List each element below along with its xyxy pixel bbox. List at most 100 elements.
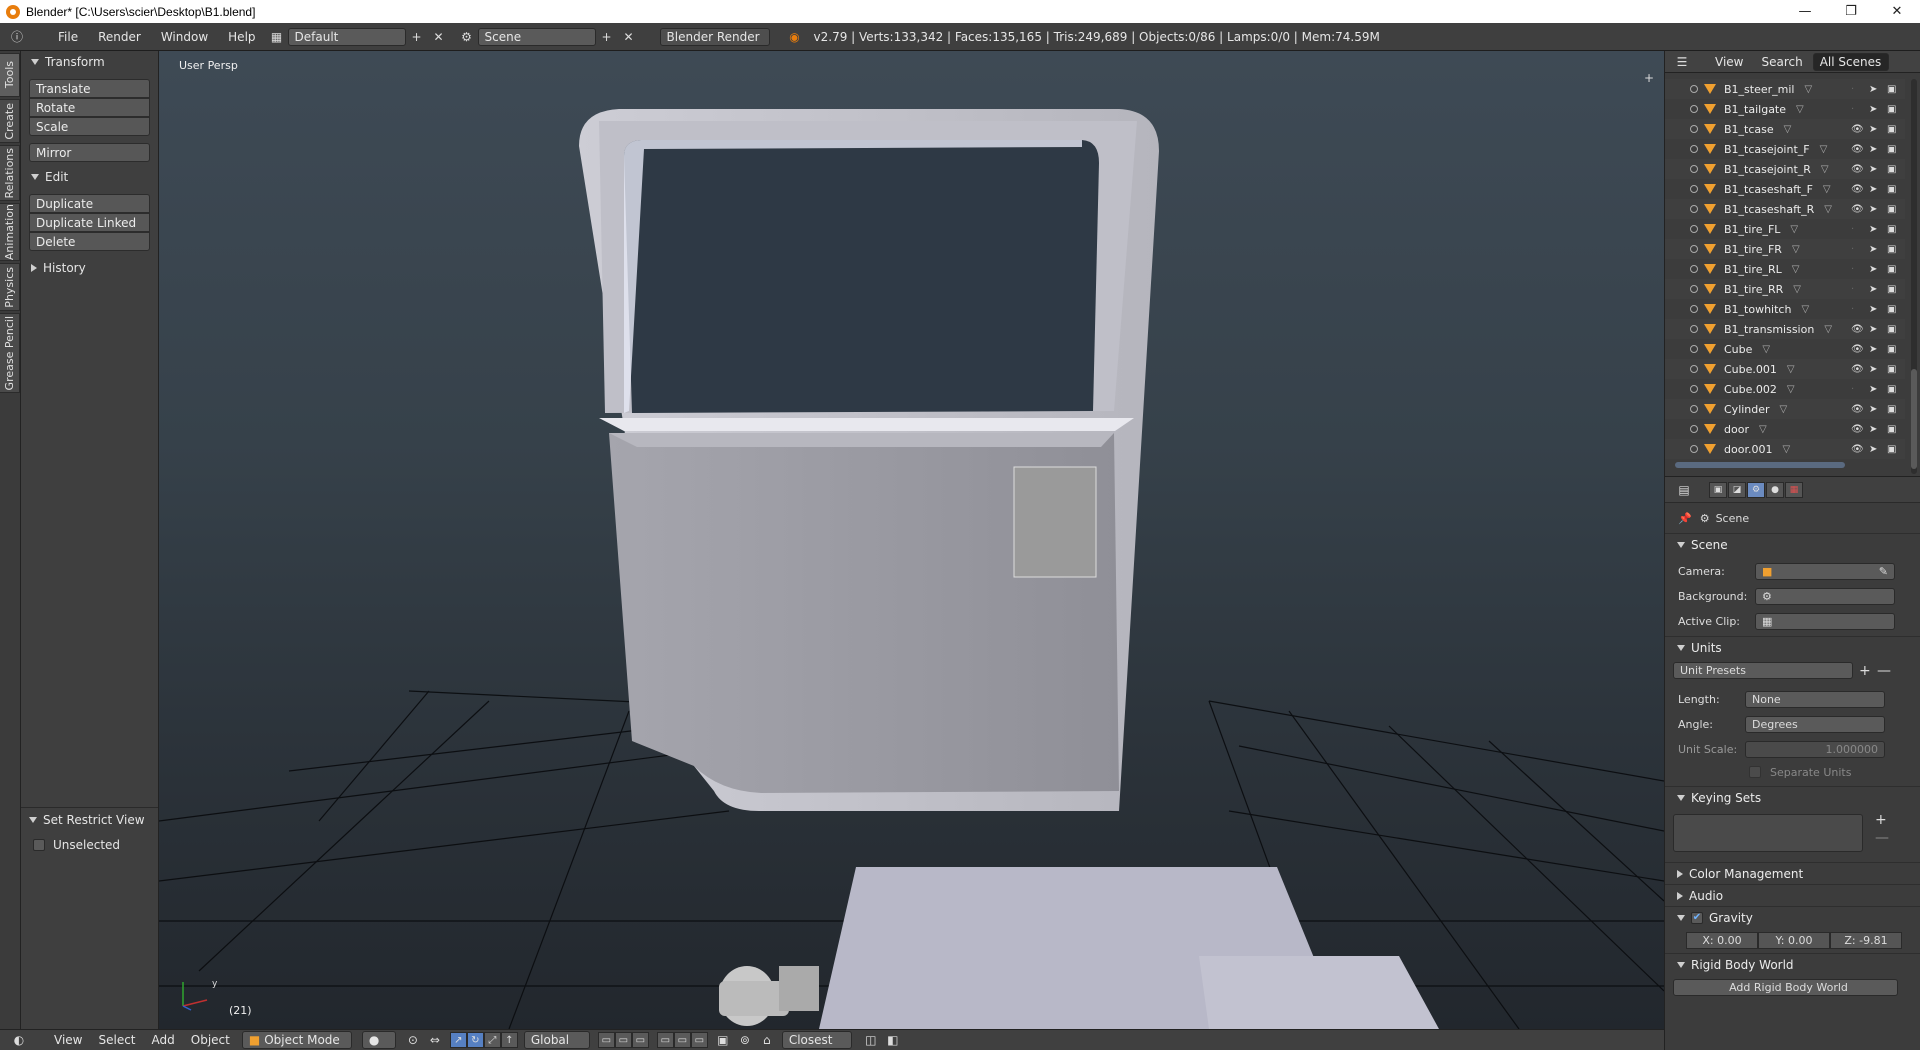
restore-button[interactable]: ❐ [1828,0,1874,23]
snap-target-dropdown[interactable]: Closest [781,1031,852,1049]
remove-preset-icon[interactable]: — [1877,663,1891,679]
eyedropper-icon[interactable]: ✎ [1879,565,1888,578]
eye-hidden-icon[interactable]: · [1851,264,1854,275]
outliner-item[interactable]: B1_tailgate ▽ · ➤ ▣ [1665,99,1905,119]
outliner-item[interactable]: B1_tire_FL ▽ · ➤ ▣ [1665,219,1905,239]
pin-icon[interactable]: 📌 [1678,512,1692,525]
select-cursor-icon[interactable]: ➤ [1869,344,1877,355]
render-camera-icon[interactable]: ▣ [1887,384,1896,395]
outliner-type-icon[interactable]: ☰ [1671,53,1693,71]
select-cursor-icon[interactable]: ➤ [1869,364,1877,375]
remove-keying-set-icon[interactable]: — [1875,830,1889,846]
history-panel-header[interactable]: History [21,257,158,279]
render-still-icon[interactable]: ◫ [860,1031,882,1049]
layer-button[interactable]: ▭ [597,1032,615,1048]
keying-sets-header[interactable]: Keying Sets [1665,786,1920,808]
eye-icon[interactable]: 👁 [1851,164,1864,175]
outliner-search-menu[interactable]: Search [1761,55,1802,69]
translate-button[interactable]: Translate [29,79,150,98]
info-editor-icon[interactable]: ⓘ [6,28,28,46]
outliner-item[interactable]: B1_tcaseshaft_R ▽ 👁 ➤ ▣ [1665,199,1905,219]
render-camera-icon[interactable]: ▣ [1887,84,1896,95]
render-camera-icon[interactable]: ▣ [1887,424,1896,435]
outliner-item[interactable]: B1_transmission ▽ 👁 ➤ ▣ [1665,319,1905,339]
expand-icon[interactable] [1690,425,1698,433]
expand-icon[interactable] [1690,185,1698,193]
close-window-button[interactable]: ✕ [1874,0,1920,23]
world-tab-icon[interactable]: ● [1766,481,1784,498]
render-camera-icon[interactable]: ▣ [1887,204,1896,215]
outliner-item[interactable]: B1_tcaseshaft_F ▽ 👁 ➤ ▣ [1665,179,1905,199]
outliner-item[interactable]: B1_tcasejoint_R ▽ 👁 ➤ ▣ [1665,159,1905,179]
duplicate-button[interactable]: Duplicate [29,194,150,213]
edit-panel-header[interactable]: Edit [21,166,158,188]
camera-field[interactable]: ■ ✎ [1755,563,1895,580]
tab-grease-pencil[interactable]: Grease Pencil [0,313,20,393]
remove-scene-icon[interactable]: ✕ [618,28,640,46]
outliner-item[interactable]: Cylinder ▽ 👁 ➤ ▣ [1665,399,1905,419]
layer-button[interactable]: ▭ [656,1032,674,1048]
select-cursor-icon[interactable]: ➤ [1869,244,1877,255]
delete-button[interactable]: Delete [29,232,150,251]
render-camera-icon[interactable]: ▣ [1887,244,1896,255]
expand-icon[interactable] [1690,445,1698,453]
shading-dropdown[interactable]: ● [361,1031,396,1049]
menu-add[interactable]: Add [144,1033,183,1047]
layer-button[interactable]: ▭ [614,1032,632,1048]
render-camera-icon[interactable]: ▣ [1887,324,1896,335]
proportional-edit-icon[interactable]: ⊚ [734,1031,756,1049]
gravity-z-field[interactable]: Z: -9.81 [1830,932,1902,949]
add-layout-icon[interactable]: + [406,28,428,46]
render-camera-icon[interactable]: ▣ [1887,304,1896,315]
screen-layout-icon[interactable]: ▦ [266,28,288,46]
expand-icon[interactable] [1690,405,1698,413]
3d-viewport[interactable]: User Persp + y (21) [159,51,1664,1029]
eye-icon[interactable]: 👁 [1851,444,1864,455]
lock-layers-icon[interactable]: ▣ [712,1031,734,1049]
outliner-item[interactable]: B1_towhitch ▽ · ➤ ▣ [1665,299,1905,319]
unit-scale-field[interactable]: 1.000000 [1745,741,1885,758]
menu-window[interactable]: Window [151,30,218,44]
arrow-manip-icon[interactable]: ↑ [500,1032,518,1048]
menu-object[interactable]: Object [183,1033,238,1047]
tab-create[interactable]: Create [0,99,20,143]
render-camera-icon[interactable]: ▣ [1887,444,1896,455]
color-management-header[interactable]: Color Management [1665,862,1920,884]
eye-icon[interactable]: 👁 [1851,144,1864,155]
select-cursor-icon[interactable]: ➤ [1869,84,1877,95]
eye-hidden-icon[interactable]: · [1851,284,1854,295]
select-cursor-icon[interactable]: ➤ [1869,224,1877,235]
mirror-button[interactable]: Mirror [29,143,150,162]
gravity-y-field[interactable]: Y: 0.00 [1758,932,1830,949]
outliner-item[interactable]: B1_steer_mil ▽ · ➤ ▣ [1665,79,1905,99]
screen-layout-field[interactable]: Default [287,27,406,46]
render-camera-icon[interactable]: ▣ [1887,364,1896,375]
remove-layout-icon[interactable]: ✕ [428,28,450,46]
eye-icon[interactable]: 👁 [1851,124,1864,135]
render-camera-icon[interactable]: ▣ [1887,164,1896,175]
separate-units-checkbox[interactable] [1749,766,1761,778]
eye-hidden-icon[interactable]: · [1851,244,1854,255]
outliner-item[interactable]: B1_tcasejoint_F ▽ 👁 ➤ ▣ [1665,139,1905,159]
expand-icon[interactable] [1690,305,1698,313]
tab-physics[interactable]: Physics [0,263,20,311]
menu-view[interactable]: View [46,1033,90,1047]
outliner-item[interactable]: B1_tire_RL ▽ · ➤ ▣ [1665,259,1905,279]
render-anim-icon[interactable]: ◧ [882,1031,904,1049]
texture-tab-icon[interactable]: ▦ [1785,481,1803,498]
outliner-scrollbar[interactable] [1911,79,1917,474]
add-preset-icon[interactable]: + [1859,663,1871,679]
audio-header[interactable]: Audio [1665,884,1920,906]
outliner-item[interactable]: B1_tire_RR ▽ · ➤ ▣ [1665,279,1905,299]
outliner-display-mode[interactable]: All Scenes [1812,52,1889,71]
render-camera-icon[interactable]: ▣ [1887,264,1896,275]
render-camera-icon[interactable]: ▣ [1887,284,1896,295]
expand-icon[interactable] [1690,265,1698,273]
active-clip-field[interactable]: ▦ [1755,613,1895,630]
eye-icon[interactable]: 👁 [1851,184,1864,195]
restrict-view-header[interactable]: Set Restrict View [21,809,158,831]
rotate-button[interactable]: Rotate [29,98,150,117]
scale-manip-icon[interactable]: ⤢ [483,1032,501,1048]
outliner-hscrollbar[interactable] [1675,462,1845,468]
translate-manip-icon[interactable]: ↗ [449,1032,467,1048]
